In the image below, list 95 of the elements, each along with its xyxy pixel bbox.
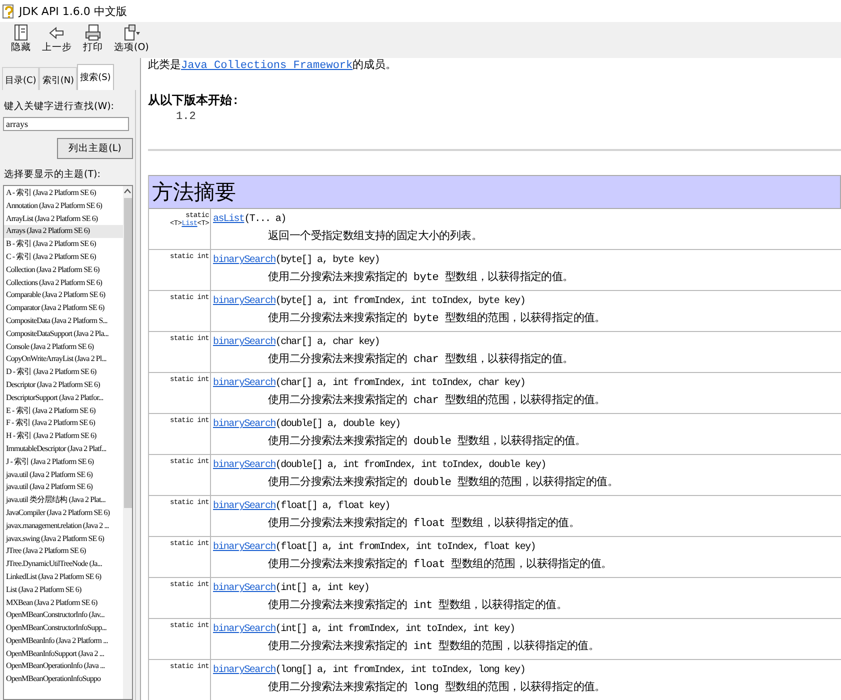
method-params: (char[] a, int fromIndex, int toIndex, char key)	[275, 378, 526, 389]
since-version: 1.2	[176, 111, 197, 123]
topic-item[interactable]: java.util 类分层结构 (Java 2 Plat...	[4, 494, 123, 507]
method-params: (byte[] a, byte key)	[275, 255, 380, 266]
topics-label: 选择要显示的主题(T):	[4, 168, 102, 181]
method-link[interactable]: binarySearch	[213, 624, 276, 635]
topic-item[interactable]: java.util (Java 2 Platform SE 6)	[4, 481, 123, 494]
method-description: 使用二分搜索法来搜索指定的 float 型数组的范围，以获得指定的值。	[267, 557, 613, 573]
topic-item[interactable]: OpenMBeanConstructorInfo (Jav...	[4, 609, 123, 622]
topic-item[interactable]: CopyOnWriteArrayList (Java 2 Pl...	[4, 353, 123, 366]
toolbar-button[interactable]: 选项(O)	[110, 22, 153, 55]
topic-item[interactable]: J - 索引 (Java 2 Platform SE 6)	[4, 456, 123, 469]
intro-text: 此类是	[148, 60, 181, 72]
topic-item[interactable]: CompositeData (Java 2 Platform S...	[4, 314, 123, 328]
topic-item[interactable]: C - 索引 (Java 2 Platform SE 6)	[4, 250, 123, 264]
method-description: 使用二分搜索法来搜索指定的 char 型数组，以获得指定的值。	[267, 352, 574, 368]
topic-item[interactable]: Arrays (Java 2 Platform SE 6)	[4, 225, 123, 238]
topic-item[interactable]: H - 索引 (Java 2 Platform SE 6)	[4, 430, 123, 443]
topic-item[interactable]: ImmutableDescriptor (Java 2 Platf...	[4, 442, 123, 456]
topic-item[interactable]: Annotation (Java 2 Platform SE 6)	[4, 200, 123, 213]
topic-item[interactable]: JTree.DynamicUtilTreeNode (Ja...	[4, 558, 123, 571]
topic-item[interactable]: B - 索引 (Java 2 Platform SE 6)	[4, 238, 123, 251]
method-params: (char[] a, char key)	[275, 337, 380, 348]
topic-item[interactable]: E - 索引 (Java 2 Platform SE 6)	[4, 404, 123, 418]
method-description: 使用二分搜索法来搜索指定的 long 型数组的范围，以获得指定的值。	[267, 680, 606, 696]
toolbar-button[interactable]: 打印	[76, 22, 110, 55]
topic-item[interactable]: D - 索引 (Java 2 Platform SE 6)	[4, 366, 123, 379]
method-params: (float[] a, int fromIndex, int toIndex, float key)	[275, 542, 536, 553]
scrollbar[interactable]	[123, 186, 132, 699]
method-description: 使用二分搜索法来搜索指定的 float 型数组，以获得指定的值。	[267, 516, 581, 532]
section-header: 方法摘要	[149, 175, 841, 209]
method-link[interactable]: binarySearch	[213, 542, 276, 553]
method-params: (long[] a, int fromIndex, int toIndex, long key)	[275, 665, 526, 676]
topic-item[interactable]: java.util (Java 2 Platform SE 6)	[4, 468, 123, 482]
since-label: 从以下版本开始:	[148, 92, 240, 109]
method-link[interactable]: binarySearch	[213, 665, 276, 676]
method-params: (T... a)	[244, 214, 286, 225]
method-params: (int[] a, int fromIndex, int toIndex, int key)	[275, 624, 515, 635]
topic-item[interactable]: Collections (Java 2 Platform SE 6)	[4, 276, 123, 290]
topic-item[interactable]: List (Java 2 Platform SE 6)	[4, 584, 123, 596]
topic-item[interactable]: OpenMBeanInfo (Java 2 Platform ...	[4, 634, 123, 648]
toolbar-button[interactable]: 上一步	[38, 22, 76, 55]
method-description: 使用二分搜索法来搜索指定的 byte 型数组的范围，以获得指定的值。	[267, 311, 606, 327]
topic-item[interactable]: Comparator (Java 2 Platform SE 6)	[4, 302, 123, 315]
tab[interactable]: 索引(N)	[39, 67, 78, 90]
topic-item[interactable]: A - 索引 (Java 2 Platform SE 6)	[4, 187, 123, 200]
method-link[interactable]: binarySearch	[213, 583, 276, 594]
method-params: (double[] a, double key)	[275, 419, 400, 430]
framework-link[interactable]: Java Collections Framework	[181, 60, 353, 72]
method-description: 使用二分搜索法来搜索指定的 double 型数组的范围，以获得指定的值。	[267, 475, 620, 491]
window-title: JDK API 1.6.0 中文版	[19, 4, 127, 18]
topic-item[interactable]: javax.swing (Java 2 Platform SE 6)	[4, 532, 123, 546]
intro-text: 的成员。	[352, 60, 397, 72]
topic-item[interactable]: CompositeDataSupport (Java 2 Pla...	[4, 328, 123, 341]
method-link[interactable]: binarySearch	[213, 419, 276, 430]
method-params: (float[] a, float key)	[275, 501, 390, 512]
topic-item[interactable]: Console (Java 2 Platform SE 6)	[4, 340, 123, 354]
method-link[interactable]: binarySearch	[213, 296, 276, 307]
printer-icon	[83, 23, 103, 41]
topic-item[interactable]: JTree (Java 2 Platform SE 6)	[4, 545, 123, 558]
tab[interactable]: 目录(C)	[2, 67, 40, 90]
search-field[interactable]: arrays	[3, 117, 129, 131]
method-params: (int[] a, int key)	[275, 583, 370, 594]
toolbar-button[interactable]: 隐藏	[4, 22, 38, 55]
tab[interactable]: 搜索(S)	[77, 64, 114, 90]
topic-item[interactable]: F - 索引 (Java 2 Platform SE 6)	[4, 417, 123, 430]
topic-item[interactable]: ArrayList (Java 2 Platform SE 6)	[4, 212, 123, 226]
topic-item[interactable]: Descriptor (Java 2 Platform SE 6)	[4, 378, 123, 392]
method-link[interactable]: binarySearch	[213, 255, 276, 266]
method-link[interactable]: binarySearch	[213, 378, 276, 389]
topic-item[interactable]: MXBean (Java 2 Platform SE 6)	[4, 596, 123, 610]
topic-item[interactable]: OpenMBeanOperationInfo (Java ...	[4, 660, 123, 674]
topic-item[interactable]: OpenMBeanInfoSupport (Java 2 ...	[4, 648, 123, 660]
topic-item[interactable]: JavaCompiler (Java 2 Platform SE 6)	[4, 506, 123, 520]
method-link[interactable]: binarySearch	[213, 460, 276, 471]
topic-item[interactable]: Comparable (Java 2 Platform SE 6)	[4, 289, 123, 302]
method-description: 使用二分搜索法来搜索指定的 int 型数组，以获得指定的值。	[267, 598, 568, 614]
method-link[interactable]: binarySearch	[213, 337, 276, 348]
method-params: (byte[] a, int fromIndex, int toIndex, byte key)	[275, 296, 526, 307]
topic-item[interactable]: Collection (Java 2 Platform SE 6)	[4, 264, 123, 277]
method-params: (double[] a, int fromIndex, int toIndex, double key)	[275, 460, 546, 471]
list-topics-button[interactable]: 列出主题(L)	[57, 138, 133, 159]
search-label: 键入关键字进行查找(W):	[4, 100, 116, 113]
method-description: 使用二分搜索法来搜索指定的 char 型数组的范围，以获得指定的值。	[267, 393, 606, 409]
method-description: 使用二分搜索法来搜索指定的 double 型数组，以获得指定的值。	[267, 434, 587, 450]
method-description: 使用二分搜索法来搜索指定的 byte 型数组，以获得指定的值。	[267, 270, 574, 286]
topic-item[interactable]: DescriptorSupport (Java 2 Platfor...	[4, 392, 123, 405]
method-link[interactable]: binarySearch	[213, 501, 276, 512]
method-description: 返回一个受指定数组支持的固定大小的列表。	[267, 229, 484, 245]
topic-item[interactable]: OpenMBeanOperationInfoSuppo	[4, 673, 123, 686]
method-description: 使用二分搜索法来搜索指定的 int 型数组的范围，以获得指定的值。	[267, 639, 600, 655]
topic-item[interactable]: OpenMBeanConstructorInfoSupp...	[4, 622, 123, 635]
topic-item[interactable]: LinkedList (Java 2 Platform SE 6)	[4, 570, 123, 584]
topic-item[interactable]: javax.management.relation (Java 2 ...	[4, 520, 123, 533]
method-link[interactable]: asList	[213, 214, 244, 225]
